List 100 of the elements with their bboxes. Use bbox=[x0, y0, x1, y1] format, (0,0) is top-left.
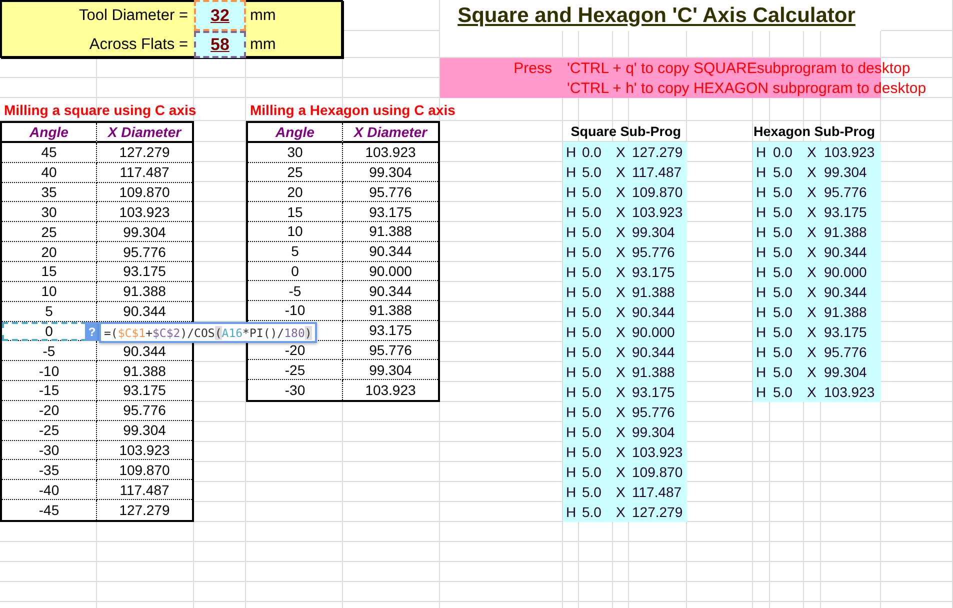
program-cell-text: 5.0 bbox=[581, 364, 602, 380]
program-cell-text: X bbox=[615, 464, 626, 480]
program-cell-text: X bbox=[615, 264, 626, 280]
program-cell-text: H bbox=[565, 364, 576, 380]
notice-text: 'CTRL + h' to copy HEXAGON subprogram to desktop bbox=[566, 80, 928, 96]
program-cell-text: 103.923 bbox=[631, 204, 683, 220]
program-cell-text: 90.344 bbox=[823, 284, 867, 300]
table-cell: 25 bbox=[2, 222, 97, 242]
program-cell-text: 5.0 bbox=[772, 324, 792, 340]
program-cell-text: 91.388 bbox=[823, 224, 867, 240]
program-cell-text: 103.923 bbox=[823, 384, 875, 400]
program-cell-text: 5.0 bbox=[772, 204, 792, 220]
table-cell: 20 bbox=[2, 242, 97, 262]
program-cell-text: 91.388 bbox=[631, 364, 675, 380]
program-cell-text: X bbox=[615, 444, 626, 460]
column-header: Angle bbox=[2, 123, 97, 143]
column-header: Angle bbox=[248, 123, 343, 143]
program-cell-text: H bbox=[565, 344, 576, 360]
table-cell: -45 bbox=[2, 500, 97, 520]
program-cell-text: H bbox=[565, 264, 576, 280]
program-cell-text: 91.388 bbox=[631, 284, 675, 300]
program-cell-text: X bbox=[615, 164, 626, 180]
section-title: Milling a Hexagon using C axis bbox=[249, 102, 456, 118]
program-cell-text: H bbox=[755, 244, 766, 260]
program-cell-text: 109.870 bbox=[631, 184, 683, 200]
program-cell-text: H bbox=[565, 184, 576, 200]
table-cell: 99.304 bbox=[97, 222, 192, 242]
sheet-title: Square and Hexagon 'C' Axis Calculator bbox=[458, 4, 856, 28]
table-cell: 45 bbox=[2, 142, 97, 163]
table-cell: 95.776 bbox=[343, 340, 438, 360]
table-cell: -10 bbox=[2, 361, 97, 382]
program-cell-text: H bbox=[565, 284, 576, 300]
program-cell-text: X bbox=[806, 284, 816, 300]
program-cell-text: H bbox=[565, 464, 576, 480]
program-cell-text: 5.0 bbox=[581, 384, 602, 400]
table-cell: 15 bbox=[2, 262, 97, 282]
program-cell-text: 95.776 bbox=[631, 244, 675, 260]
table-cell: 91.388 bbox=[97, 361, 192, 382]
table-cell: -30 bbox=[248, 380, 343, 400]
program-cell-text: H bbox=[565, 144, 576, 160]
table-cell: 117.487 bbox=[97, 162, 192, 183]
subprogram-title: Hexagon Sub-Prog bbox=[753, 124, 876, 139]
program-cell-text: 0.0 bbox=[772, 144, 792, 160]
program-cell-text: 5.0 bbox=[581, 304, 602, 320]
program-cell-text: 99.304 bbox=[631, 224, 675, 240]
program-cell-text: X bbox=[806, 364, 816, 380]
program-cell-text: H bbox=[565, 304, 576, 320]
program-cell-text: X bbox=[615, 324, 626, 340]
input-label: Tool Diameter = bbox=[79, 6, 189, 24]
program-cell-text: 5.0 bbox=[581, 204, 602, 220]
program-cell-text: 5.0 bbox=[581, 264, 602, 280]
table-cell: 95.776 bbox=[97, 242, 192, 262]
input-value[interactable]: 32 bbox=[194, 0, 246, 31]
program-cell-text: X bbox=[615, 384, 626, 400]
table-cell: -15 bbox=[2, 381, 97, 401]
formula-field[interactable]: =($C$1+$C$2)/COS(A16*PI()/180) bbox=[99, 322, 317, 343]
program-cell-text: H bbox=[755, 344, 766, 360]
table-cell: 93.175 bbox=[343, 202, 438, 222]
table-cell: 10 bbox=[2, 282, 97, 302]
program-cell-text: X bbox=[615, 484, 626, 500]
program-cell-text: 5.0 bbox=[581, 444, 602, 460]
program-cell-text: 5.0 bbox=[772, 384, 792, 400]
input-value[interactable]: 58 bbox=[194, 31, 246, 58]
table-cell: 5 bbox=[248, 242, 343, 262]
program-cell-text: 93.175 bbox=[631, 264, 675, 280]
table-cell: -5 bbox=[248, 281, 343, 302]
table-cell: 25 bbox=[248, 162, 343, 182]
table-cell: 5 bbox=[2, 302, 97, 322]
program-cell-text: 5.0 bbox=[581, 504, 602, 520]
column-header: X Diameter bbox=[97, 123, 192, 143]
program-cell-text: X bbox=[615, 304, 626, 320]
program-cell-text: 117.487 bbox=[631, 484, 682, 500]
program-cell-text: 90.344 bbox=[823, 244, 867, 260]
program-cell-text: X bbox=[615, 404, 626, 420]
program-cell-text: 117.487 bbox=[631, 164, 682, 180]
program-cell-text: 127.279 bbox=[631, 144, 683, 160]
program-cell-text: 93.175 bbox=[631, 384, 675, 400]
table-cell: 127.279 bbox=[97, 142, 192, 163]
program-cell-text: H bbox=[565, 244, 576, 260]
table-cell: -40 bbox=[2, 480, 97, 500]
program-cell-text: H bbox=[755, 264, 766, 280]
program-cell-text: 91.388 bbox=[823, 304, 867, 320]
table-cell: 109.870 bbox=[97, 182, 192, 202]
table-cell: 93.175 bbox=[97, 381, 192, 401]
column-header: X Diameter bbox=[343, 123, 438, 143]
program-cell-text: X bbox=[806, 144, 816, 160]
table-cell: 99.304 bbox=[97, 420, 192, 441]
program-cell-text: X bbox=[806, 264, 816, 280]
program-cell-text: 95.776 bbox=[823, 184, 867, 200]
program-cell-text: 90.344 bbox=[631, 344, 675, 360]
table-cell: -10 bbox=[248, 301, 343, 321]
program-cell-text: H bbox=[755, 184, 766, 200]
notice-text: Press bbox=[514, 60, 553, 76]
program-cell-text: X bbox=[806, 224, 816, 240]
program-cell-text: X bbox=[806, 324, 816, 340]
program-cell-text: X bbox=[615, 244, 626, 260]
program-cell-text: 99.304 bbox=[823, 164, 867, 180]
program-cell-text: H bbox=[565, 504, 576, 520]
table-cell: 95.776 bbox=[343, 182, 438, 202]
table-cell: 30 bbox=[2, 202, 97, 222]
